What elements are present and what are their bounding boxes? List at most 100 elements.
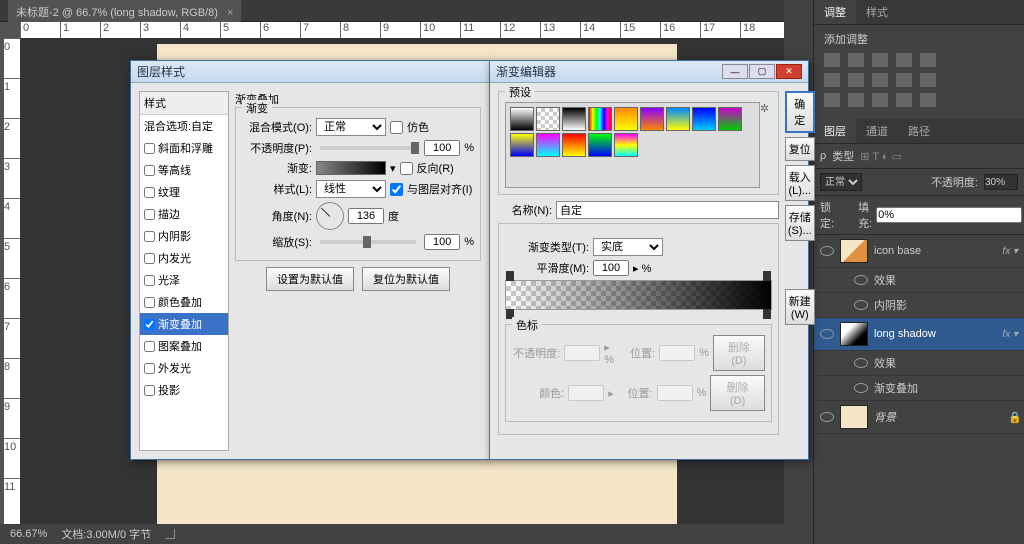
blend-options[interactable]: 混合选项:自定 bbox=[140, 115, 228, 137]
style-check[interactable] bbox=[144, 165, 155, 176]
tab-channels[interactable]: 通道 bbox=[856, 119, 898, 143]
preset-swatch[interactable] bbox=[692, 107, 716, 131]
style-item[interactable]: 内阴影 bbox=[140, 225, 228, 247]
visibility-icon[interactable] bbox=[854, 275, 868, 285]
titlebar[interactable]: 图层样式 bbox=[131, 61, 489, 83]
fx-row[interactable]: 渐变叠加 bbox=[814, 376, 1024, 401]
scale-input[interactable] bbox=[424, 234, 460, 250]
gradient-name-input[interactable] bbox=[556, 201, 779, 219]
save-button[interactable]: 存储(S)... bbox=[785, 205, 815, 241]
visibility-icon[interactable] bbox=[820, 412, 834, 422]
gradient-style-select[interactable]: 线性 bbox=[316, 180, 386, 198]
titlebar[interactable]: 渐变编辑器 — ▢ ✕ bbox=[490, 61, 808, 83]
style-item[interactable]: 光泽 bbox=[140, 269, 228, 291]
posterize-icon[interactable] bbox=[848, 93, 864, 107]
gradient-preview[interactable] bbox=[316, 161, 386, 175]
cancel-button[interactable]: 复位 bbox=[785, 137, 815, 161]
fx-row[interactable]: 效果 bbox=[814, 351, 1024, 376]
dither-check[interactable] bbox=[390, 121, 403, 134]
close-icon[interactable]: × bbox=[227, 7, 233, 19]
load-button[interactable]: 载入(L)... bbox=[785, 165, 815, 201]
preset-swatch[interactable] bbox=[614, 107, 638, 131]
layer-item[interactable]: 背景 🔒 bbox=[814, 401, 1024, 434]
maximize-button[interactable]: ▢ bbox=[749, 64, 775, 79]
angle-dial[interactable] bbox=[316, 202, 344, 230]
style-check[interactable] bbox=[144, 231, 155, 242]
set-default-button[interactable]: 设置为默认值 bbox=[266, 267, 354, 291]
preset-swatch[interactable] bbox=[640, 107, 664, 131]
tab-adjustments[interactable]: 调整 bbox=[814, 0, 856, 24]
preset-swatch[interactable] bbox=[588, 107, 612, 131]
fx-badge[interactable]: fx ▾ bbox=[1002, 329, 1018, 340]
preset-swatch[interactable] bbox=[562, 107, 586, 131]
blend-mode-select[interactable]: 正常 bbox=[820, 173, 862, 191]
opacity-input[interactable] bbox=[984, 174, 1018, 190]
visibility-icon[interactable] bbox=[854, 358, 868, 368]
gradient-type-select[interactable]: 实底 bbox=[593, 238, 663, 256]
gear-icon[interactable]: ✲ bbox=[760, 102, 772, 114]
style-item[interactable]: 外发光 bbox=[140, 357, 228, 379]
visibility-icon[interactable] bbox=[820, 246, 834, 256]
tab-styles[interactable]: 样式 bbox=[856, 0, 898, 24]
style-check[interactable] bbox=[144, 187, 155, 198]
style-check[interactable] bbox=[144, 363, 155, 374]
photo-filter-icon[interactable] bbox=[872, 73, 888, 87]
fx-row[interactable]: 内阴影 bbox=[814, 293, 1024, 318]
document-tab[interactable]: 未标题-2 @ 66.7% (long shadow, RGB/8) × bbox=[8, 0, 241, 24]
blend-mode-select[interactable]: 正常 bbox=[316, 118, 386, 136]
style-check[interactable] bbox=[144, 143, 155, 154]
style-check[interactable] bbox=[144, 297, 155, 308]
style-check[interactable] bbox=[144, 253, 155, 264]
fill-input[interactable] bbox=[876, 207, 1022, 223]
visibility-icon[interactable] bbox=[854, 383, 868, 393]
style-check[interactable] bbox=[144, 319, 155, 330]
close-button[interactable]: ✕ bbox=[776, 64, 802, 79]
reverse-check[interactable] bbox=[400, 162, 413, 175]
scale-slider[interactable] bbox=[320, 240, 416, 244]
selective-icon[interactable] bbox=[920, 93, 936, 107]
opacity-slider[interactable] bbox=[320, 146, 416, 150]
style-check[interactable] bbox=[144, 275, 155, 286]
fx-badge[interactable]: fx ▾ bbox=[1002, 246, 1018, 257]
preset-swatch[interactable] bbox=[666, 107, 690, 131]
style-item[interactable]: 纹理 bbox=[140, 181, 228, 203]
hue-icon[interactable] bbox=[824, 73, 840, 87]
vibrance-icon[interactable] bbox=[920, 53, 936, 67]
curves-icon[interactable] bbox=[872, 53, 888, 67]
preset-swatch[interactable] bbox=[614, 133, 638, 157]
levels-icon[interactable] bbox=[848, 53, 864, 67]
style-item[interactable]: 描边 bbox=[140, 203, 228, 225]
layer-item[interactable]: long shadow fx ▾ bbox=[814, 318, 1024, 351]
chevron-right-icon[interactable] bbox=[165, 529, 175, 539]
gradient-bar[interactable] bbox=[505, 280, 772, 310]
minimize-button[interactable]: — bbox=[722, 64, 748, 79]
color-stop[interactable] bbox=[763, 309, 771, 319]
brightness-icon[interactable] bbox=[824, 53, 840, 67]
preset-swatch[interactable] bbox=[536, 133, 560, 157]
tab-layers[interactable]: 图层 bbox=[814, 119, 856, 143]
exposure-icon[interactable] bbox=[896, 53, 912, 67]
smooth-input[interactable] bbox=[593, 260, 629, 276]
style-item[interactable]: 等高线 bbox=[140, 159, 228, 181]
angle-input[interactable] bbox=[348, 208, 384, 224]
layer-thumb[interactable] bbox=[840, 405, 868, 429]
align-check[interactable] bbox=[390, 183, 403, 196]
style-check[interactable] bbox=[144, 341, 155, 352]
opacity-input[interactable] bbox=[424, 140, 460, 156]
reset-default-button[interactable]: 复位为默认值 bbox=[362, 267, 450, 291]
visibility-icon[interactable] bbox=[854, 300, 868, 310]
preset-swatch[interactable] bbox=[718, 107, 742, 131]
gradient-map-icon[interactable] bbox=[896, 93, 912, 107]
preset-swatch[interactable] bbox=[510, 107, 534, 131]
style-check[interactable] bbox=[144, 209, 155, 220]
style-item[interactable]: 投影 bbox=[140, 379, 228, 401]
style-item[interactable]: 颜色叠加 bbox=[140, 291, 228, 313]
opacity-stop[interactable] bbox=[763, 271, 771, 281]
styles-header[interactable]: 样式 bbox=[140, 92, 228, 115]
bw-icon[interactable] bbox=[848, 73, 864, 87]
fx-row[interactable]: 效果 bbox=[814, 268, 1024, 293]
layer-item[interactable]: icon base fx ▾ bbox=[814, 235, 1024, 268]
preset-swatch[interactable] bbox=[510, 133, 534, 157]
preset-swatch[interactable] bbox=[588, 133, 612, 157]
style-item[interactable]: 斜面和浮雕 bbox=[140, 137, 228, 159]
